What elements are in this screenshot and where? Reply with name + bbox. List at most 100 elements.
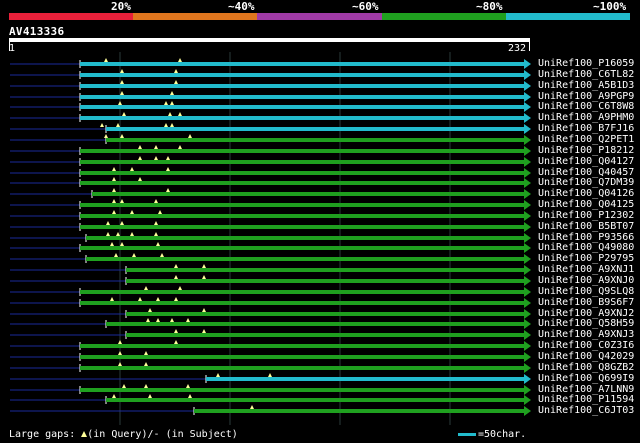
query-gap-triangle-icon bbox=[268, 373, 272, 377]
query-gap-triangle-icon bbox=[166, 156, 170, 160]
query-gap-triangle-icon bbox=[166, 188, 170, 192]
hit-label-link[interactable]: UniRef100_P18212 bbox=[538, 146, 634, 156]
query-gap-triangle-icon bbox=[146, 318, 150, 322]
hit-alignment-bar bbox=[80, 160, 524, 164]
query-gap-triangle-icon bbox=[202, 275, 206, 279]
query-gap-triangle-icon bbox=[144, 351, 148, 355]
hit-label-link[interactable]: UniRef100_C6T8W8 bbox=[538, 102, 634, 112]
hit-label-link[interactable]: UniRef100_B9S6F7 bbox=[538, 298, 634, 308]
large-gaps-label: Large gaps: bbox=[9, 429, 76, 440]
query-gap-triangle-icon bbox=[174, 340, 178, 344]
hit-arrow-icon bbox=[524, 363, 531, 373]
hit-arrow-icon bbox=[524, 135, 531, 145]
hit-arrow-icon bbox=[524, 168, 531, 178]
hit-alignment-bar bbox=[106, 138, 524, 142]
hit-label-link[interactable]: UniRef100_Q9SLQ8 bbox=[538, 287, 634, 297]
query-gap-triangle-icon bbox=[250, 405, 254, 409]
query-gap-triangle-icon bbox=[154, 232, 158, 236]
hit-arrow-icon bbox=[524, 102, 531, 112]
query-gap-triangle-icon bbox=[138, 297, 142, 301]
query-gap-triangle-icon bbox=[178, 286, 182, 290]
hit-alignment-bar bbox=[80, 116, 524, 120]
in-query-label: (in Query)/ bbox=[87, 429, 154, 440]
query-gap-triangle-icon bbox=[178, 112, 182, 116]
hit-label-link[interactable]: UniRef100_C6JT03 bbox=[538, 406, 634, 416]
query-gap-triangle-icon bbox=[120, 199, 124, 203]
query-gap-triangle-icon bbox=[170, 101, 174, 105]
query-gap-triangle-icon bbox=[216, 373, 220, 377]
hit-label-link[interactable]: UniRef100_Q58H59 bbox=[538, 319, 634, 329]
hit-label-link[interactable]: UniRef100_Q04126 bbox=[538, 189, 634, 199]
hit-arrow-icon bbox=[524, 211, 531, 221]
query-gap-triangle-icon bbox=[174, 275, 178, 279]
query-gap-triangle-icon bbox=[144, 286, 148, 290]
query-gap-triangle-icon bbox=[156, 318, 160, 322]
hit-alignment-bar bbox=[126, 279, 524, 283]
hit-label-link[interactable]: UniRef100_Q49080 bbox=[538, 243, 634, 253]
hit-arrow-icon bbox=[524, 200, 531, 210]
hit-label-link[interactable]: UniRef100_Q42029 bbox=[538, 352, 634, 362]
query-gap-triangle-icon bbox=[174, 329, 178, 333]
query-gap-triangle-icon bbox=[116, 123, 120, 127]
hit-label-link[interactable]: UniRef100_Q8GZB2 bbox=[538, 363, 634, 373]
query-gap-triangle-icon bbox=[164, 101, 168, 105]
query-gap-triangle-icon bbox=[120, 242, 124, 246]
query-gap-triangle-icon bbox=[188, 394, 192, 398]
query-gap-triangle-icon bbox=[148, 308, 152, 312]
hit-arrow-icon bbox=[524, 157, 531, 167]
hit-arrow-icon bbox=[524, 330, 531, 340]
hit-label-link[interactable]: UniRef100_A9XNJ3 bbox=[538, 330, 634, 340]
hit-label-link[interactable]: UniRef100_Q2PET1 bbox=[538, 135, 634, 145]
query-gap-triangle-icon bbox=[118, 351, 122, 355]
hit-alignment-bar bbox=[106, 398, 524, 402]
hit-label-link[interactable]: UniRef100_A5B1D3 bbox=[538, 81, 634, 91]
query-gap-triangle-icon bbox=[170, 91, 174, 95]
query-gap-triangle-icon bbox=[202, 329, 206, 333]
query-gap-triangle-icon bbox=[120, 134, 124, 138]
query-gap-triangle-icon bbox=[110, 242, 114, 246]
scale-swatch bbox=[458, 432, 476, 436]
hit-alignment-bar bbox=[106, 322, 524, 326]
query-gap-triangle-icon bbox=[138, 145, 142, 149]
hit-label-link[interactable]: UniRef100_B7FJ16 bbox=[538, 124, 634, 134]
query-gap-triangle-icon bbox=[154, 145, 158, 149]
query-gap-triangle-icon bbox=[158, 210, 162, 214]
hit-label-link[interactable]: UniRef100_P12302 bbox=[538, 211, 634, 221]
query-gap-triangle-icon bbox=[138, 177, 142, 181]
hit-alignment-bar bbox=[80, 344, 524, 348]
query-gap-triangle-icon bbox=[164, 123, 168, 127]
hit-arrow-icon bbox=[524, 146, 531, 156]
query-gap-triangle-icon bbox=[138, 156, 142, 160]
query-gap-triangle-icon bbox=[112, 167, 116, 171]
hit-label-link[interactable]: UniRef100_P29795 bbox=[538, 254, 634, 264]
hit-alignment-bar bbox=[80, 73, 524, 77]
hit-label-link[interactable]: UniRef100_Q04125 bbox=[538, 200, 634, 210]
query-gap-triangle-icon bbox=[104, 134, 108, 138]
hit-label-link[interactable]: UniRef100_Q7DM39 bbox=[538, 178, 634, 188]
query-gap-triangle-icon bbox=[186, 318, 190, 322]
hit-label-link[interactable]: UniRef100_Q04127 bbox=[538, 157, 634, 167]
hit-label-link[interactable]: UniRef100_A9XNJ0 bbox=[538, 276, 634, 286]
hit-arrow-icon bbox=[524, 406, 531, 416]
hit-label-link[interactable]: UniRef100_B5BT07 bbox=[538, 222, 634, 232]
hit-label-link[interactable]: UniRef100_P11594 bbox=[538, 395, 634, 405]
footer-gap-legend: Large gaps: (in Query)/- (in Subject) bbox=[9, 429, 238, 440]
hit-label-link[interactable]: UniRef100_C6TL82 bbox=[538, 70, 634, 80]
query-gap-triangle-icon bbox=[106, 221, 110, 225]
hit-arrow-icon bbox=[524, 243, 531, 253]
hit-label-link[interactable]: UniRef100_A9PHM0 bbox=[538, 113, 634, 123]
query-gap-triangle-icon bbox=[156, 242, 160, 246]
query-gap-triangle-icon bbox=[116, 232, 120, 236]
hit-label-link[interactable]: UniRef100_P16059 bbox=[538, 59, 634, 69]
query-gap-triangle-icon bbox=[178, 145, 182, 149]
hit-label-link[interactable]: UniRef100_A9XNJ1 bbox=[538, 265, 634, 275]
query-gap-triangle-icon bbox=[118, 101, 122, 105]
query-gap-triangle-icon bbox=[118, 340, 122, 344]
query-gap-triangle-icon bbox=[132, 253, 136, 257]
hit-alignment-bar bbox=[80, 388, 524, 392]
hit-arrow-icon bbox=[524, 189, 531, 199]
query-gap-triangle-icon bbox=[188, 134, 192, 138]
hit-label-link[interactable]: UniRef100_Q699I9 bbox=[538, 374, 634, 384]
hit-arrow-icon bbox=[524, 352, 531, 362]
hit-label-link[interactable]: UniRef100_C0Z3I6 bbox=[538, 341, 634, 351]
